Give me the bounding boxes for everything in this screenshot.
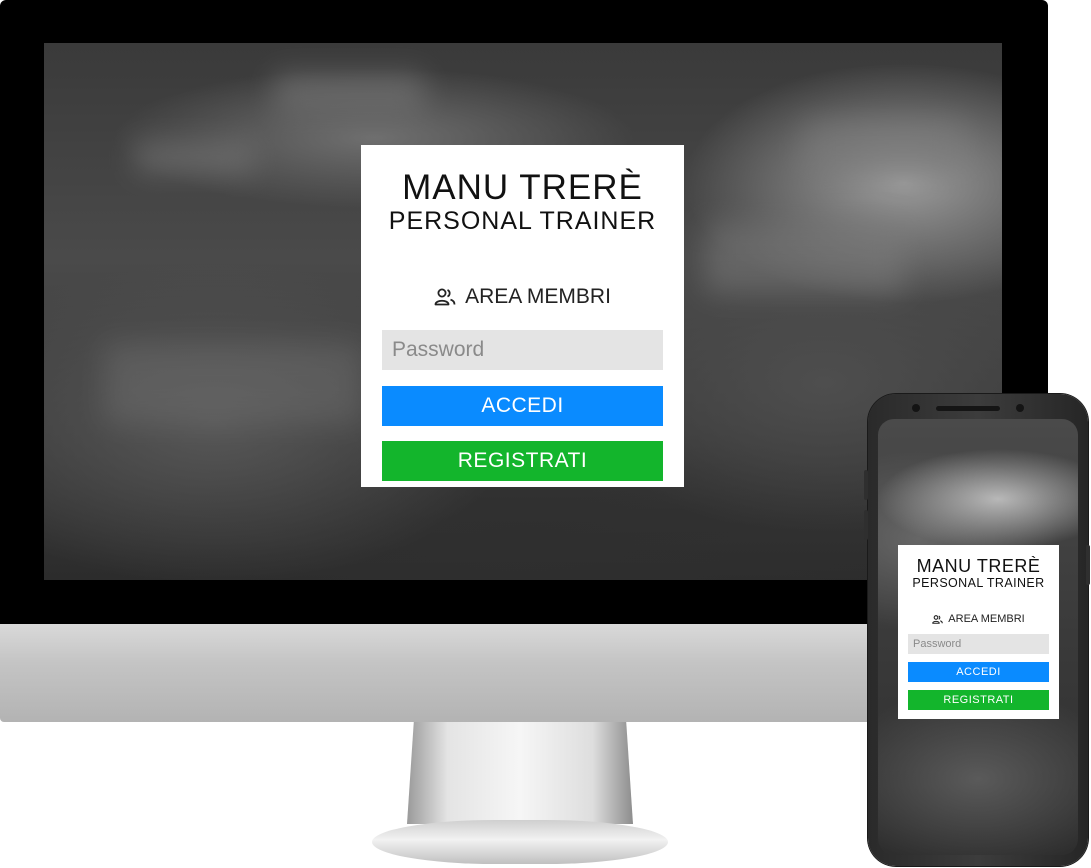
phone-side-button (1086, 545, 1090, 585)
registrati-button[interactable]: REGISTRATI (908, 690, 1049, 710)
monitor-base (372, 820, 668, 864)
brand-subtitle: PERSONAL TRAINER (912, 576, 1045, 590)
phone-volume-up-button (864, 470, 868, 500)
accedi-button[interactable]: ACCEDI (382, 386, 663, 426)
brand-name: MANU TRERÈ (916, 556, 1041, 576)
user-group-icon (434, 288, 456, 306)
brand-name: MANU TRERÈ (402, 168, 643, 207)
members-area-label: AREA MEMBRI (948, 613, 1025, 625)
accedi-button[interactable]: ACCEDI (908, 662, 1049, 682)
login-card-mobile: MANU TRERÈ PERSONAL TRAINER AREA MEMBRI … (898, 545, 1059, 719)
members-area-label: AREA MEMBRI (465, 285, 611, 308)
registrati-button[interactable]: REGISTRATI (382, 441, 663, 481)
monitor-stand (407, 722, 633, 824)
members-area-heading: AREA MEMBRI (382, 283, 663, 311)
password-input[interactable] (382, 330, 663, 370)
phone-camera-icon (912, 404, 920, 412)
phone-sensor-icon (1016, 404, 1024, 412)
password-input[interactable] (908, 634, 1049, 654)
members-area-heading: AREA MEMBRI (908, 612, 1049, 626)
login-card-desktop: MANU TRERÈ PERSONAL TRAINER AREA MEMBRI … (361, 145, 684, 487)
phone-volume-down-button (864, 510, 868, 540)
user-group-icon (932, 614, 944, 624)
brand-subtitle: PERSONAL TRAINER (388, 207, 657, 235)
phone-speaker (936, 406, 1000, 411)
